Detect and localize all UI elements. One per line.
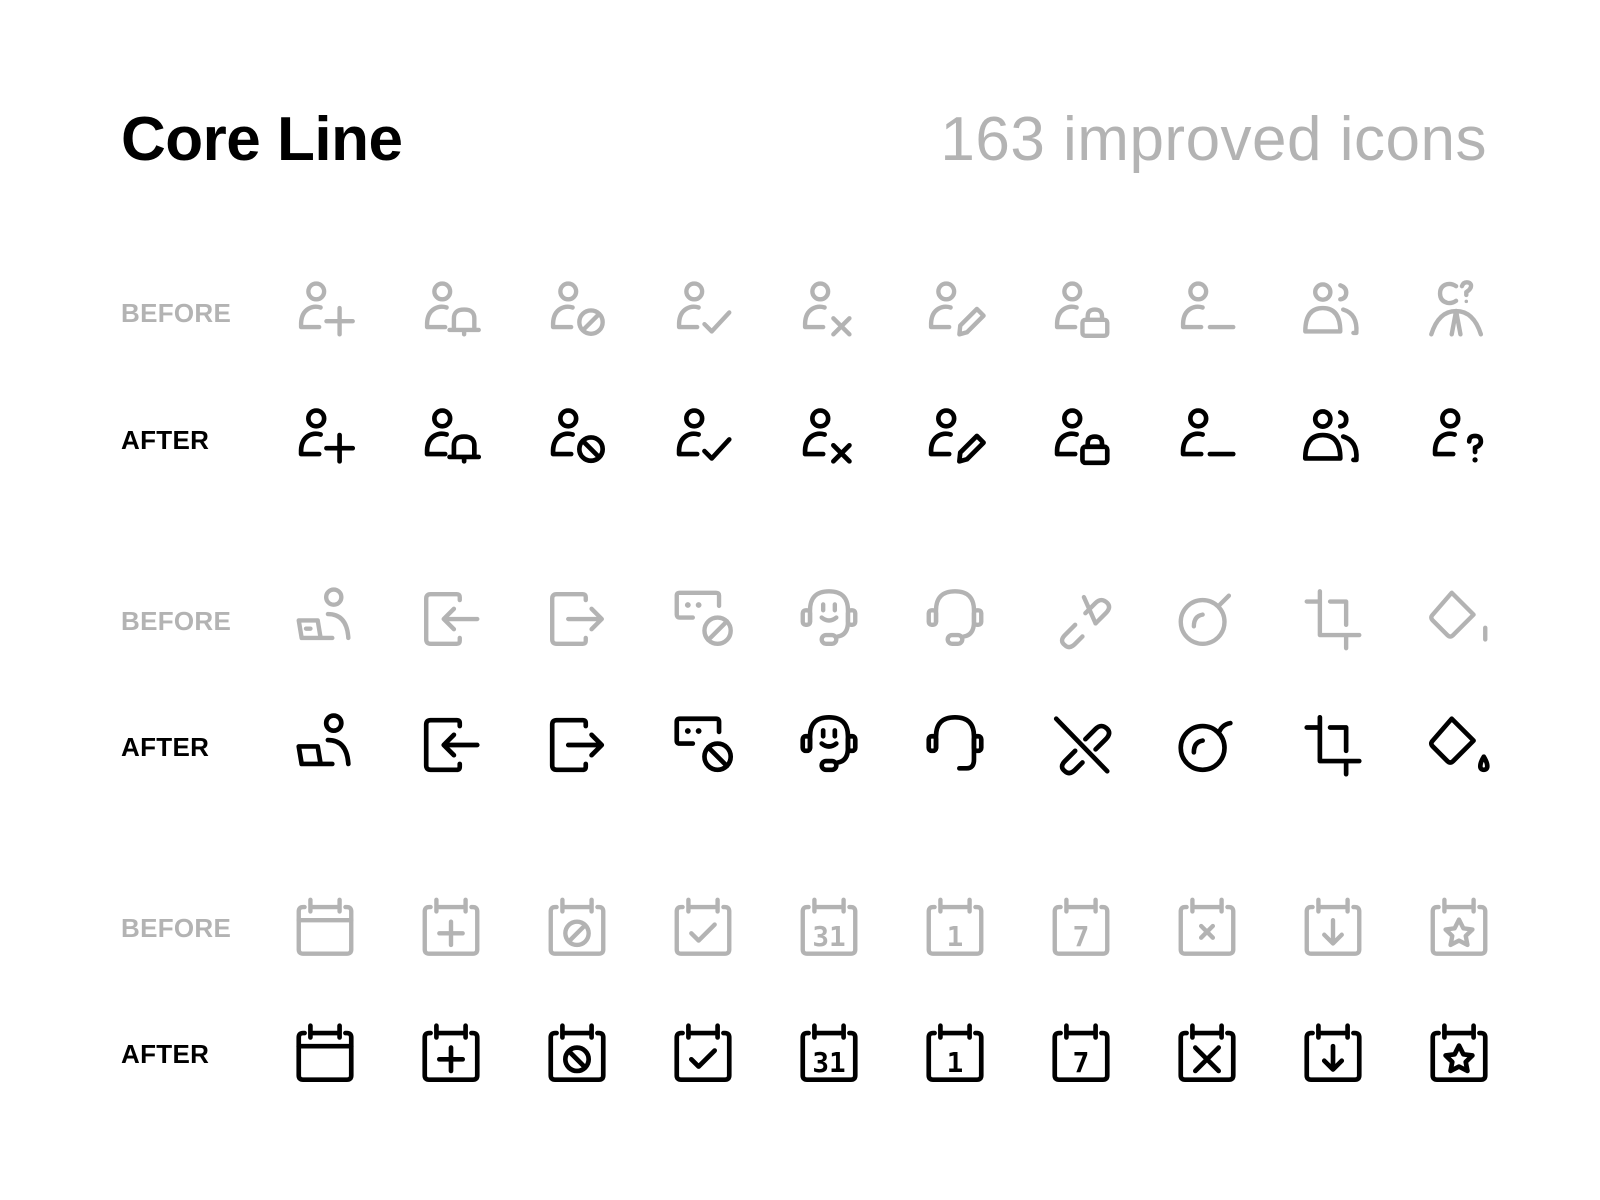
login-icon <box>416 584 486 654</box>
before-label: BEFORE <box>121 298 232 328</box>
customer-support-icon <box>794 584 864 654</box>
login-icon <box>416 710 486 780</box>
user-lock-icon <box>1046 403 1116 473</box>
user-group-icon <box>1298 276 1368 346</box>
after-row: AFTER <box>0 403 1600 473</box>
hidden-block-icon <box>668 710 738 780</box>
calendar-remove-icon <box>1172 1017 1242 1087</box>
before-row: BEFORE 31 1 7 <box>0 891 1600 961</box>
user-block-icon <box>542 403 612 473</box>
after-row: AFTER <box>0 710 1600 780</box>
user-check-icon <box>668 403 738 473</box>
user-add-icon <box>290 276 360 346</box>
user-lock-icon <box>1046 276 1116 346</box>
calendar-add-icon <box>416 891 486 961</box>
before-label: BEFORE <box>121 606 232 636</box>
unlink-icon <box>1046 710 1116 780</box>
user-minus-icon <box>1172 403 1242 473</box>
calendar-7-icon: 7 <box>1046 891 1116 961</box>
calendar-check-icon <box>668 1017 738 1087</box>
calendar-star-icon <box>1424 891 1494 961</box>
unlink-icon <box>1046 584 1116 654</box>
svg-text:31: 31 <box>812 920 845 953</box>
after-label: AFTER <box>121 425 210 455</box>
calendar-add-icon <box>416 1017 486 1087</box>
user-edit-icon <box>920 403 990 473</box>
crop-icon <box>1298 584 1368 654</box>
hidden-block-icon <box>668 584 738 654</box>
before-row: BEFORE <box>0 276 1600 346</box>
user-group-icon <box>1298 403 1368 473</box>
svg-text:1: 1 <box>947 920 964 953</box>
customer-support-icon <box>794 710 864 780</box>
svg-text:7: 7 <box>1073 1046 1090 1079</box>
calendar-check-icon <box>668 891 738 961</box>
user-edit-icon <box>920 276 990 346</box>
svg-text:31: 31 <box>812 1046 845 1079</box>
calendar-31-icon: 31 <box>794 1017 864 1087</box>
calendar-download-icon <box>1298 891 1368 961</box>
calendar-icon <box>290 1017 360 1087</box>
user-notification-icon <box>416 403 486 473</box>
after-label: AFTER <box>121 1039 210 1069</box>
logout-icon <box>542 710 612 780</box>
user-block-icon <box>542 276 612 346</box>
svg-text:1: 1 <box>947 1046 964 1079</box>
user-remove-icon <box>794 276 864 346</box>
after-label: AFTER <box>121 732 210 762</box>
user-minus-icon <box>1172 276 1242 346</box>
headphones-icon <box>920 584 990 654</box>
calendar-icon <box>290 891 360 961</box>
user-question-icon <box>1424 276 1494 346</box>
user-question-icon <box>1424 403 1494 473</box>
paint-bucket-icon <box>1424 584 1494 654</box>
svg-text:7: 7 <box>1073 920 1090 953</box>
before-row: BEFORE <box>0 584 1600 654</box>
calendar-download-icon <box>1298 1017 1368 1087</box>
user-notification-icon <box>416 276 486 346</box>
calendar-1-icon: 1 <box>920 1017 990 1087</box>
calendar-remove-icon <box>1172 891 1242 961</box>
page-title: Core Line <box>121 105 403 174</box>
calendar-1-icon: 1 <box>920 891 990 961</box>
headphones-icon <box>920 710 990 780</box>
after-row: AFTER 31 1 7 <box>0 1017 1600 1087</box>
paint-bucket-icon <box>1424 710 1494 780</box>
user-remove-icon <box>794 403 864 473</box>
bomb-icon <box>1172 584 1242 654</box>
calendar-7-icon: 7 <box>1046 1017 1116 1087</box>
bomb-icon <box>1172 710 1242 780</box>
user-laptop-icon <box>290 584 360 654</box>
calendar-block-icon <box>542 1017 612 1087</box>
page-subtitle: 163 improved icons <box>940 105 1487 174</box>
calendar-star-icon <box>1424 1017 1494 1087</box>
calendar-block-icon <box>542 891 612 961</box>
user-laptop-icon <box>290 710 360 780</box>
logout-icon <box>542 584 612 654</box>
user-add-icon <box>290 403 360 473</box>
calendar-31-icon: 31 <box>794 891 864 961</box>
before-label: BEFORE <box>121 913 232 943</box>
crop-icon <box>1298 710 1368 780</box>
user-check-icon <box>668 276 738 346</box>
